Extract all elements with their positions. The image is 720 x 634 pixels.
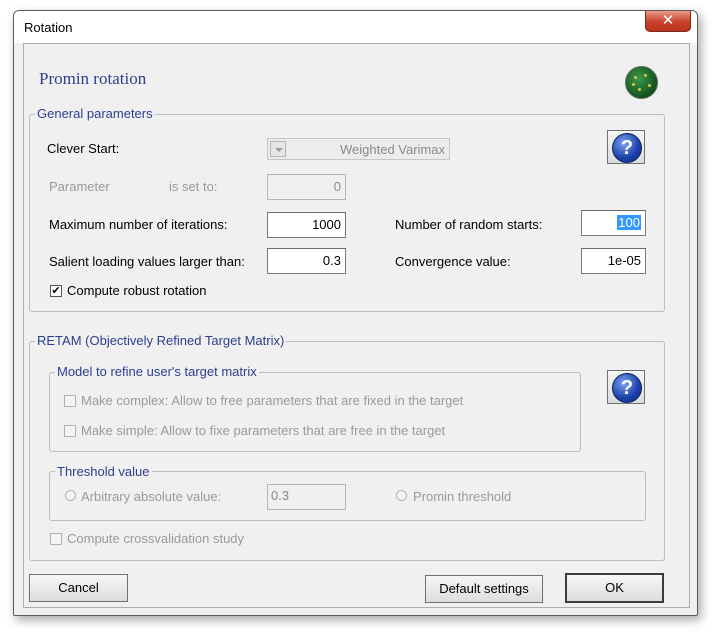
make-complex-label: Make complex: Allow to free parameters t… [81, 393, 464, 408]
general-parameters-legend: General parameters [35, 106, 155, 121]
general-help-button[interactable]: ? [607, 130, 645, 164]
parameter-label: Parameter [49, 179, 110, 194]
default-settings-button[interactable]: Default settings [425, 575, 543, 603]
close-button[interactable]: ✕ [645, 11, 691, 32]
crossvalidation-checkbox[interactable] [50, 533, 62, 545]
salient-loading-label: Salient loading values larger than: [49, 254, 245, 269]
retam-help-button[interactable]: ? [607, 370, 645, 404]
salient-loading-input[interactable]: 0.3 [267, 248, 346, 274]
help-icon: ? [612, 373, 642, 403]
chevron-down-icon [270, 141, 286, 157]
window-title: Rotation [24, 20, 73, 35]
parameter-value-field: 0 [267, 174, 346, 200]
arbitrary-value-input: 0.3 [267, 484, 346, 510]
make-simple-label: Make simple: Allow to fixe parameters th… [81, 423, 446, 438]
retam-legend: RETAM (Objectively Refined Target Matrix… [35, 333, 287, 348]
is-set-to-label: is set to: [169, 179, 218, 194]
ok-button[interactable]: OK [565, 573, 664, 603]
threshold-legend: Threshold value [55, 464, 152, 479]
robust-rotation-checkbox[interactable]: ✔ [50, 285, 62, 297]
max-iterations-input[interactable]: 1000 [267, 212, 346, 238]
rotation-dialog: Rotation ✕ Promin rotation General param… [13, 10, 698, 616]
promin-threshold-radio[interactable] [396, 490, 407, 501]
model-refine-legend: Model to refine user's target matrix [55, 364, 259, 379]
robust-rotation-label: Compute robust rotation [67, 283, 207, 298]
promin-threshold-label: Promin threshold [413, 489, 512, 504]
help-icon: ? [612, 133, 642, 163]
make-complex-checkbox[interactable] [64, 395, 76, 407]
convergence-input[interactable]: 1e-05 [581, 248, 646, 274]
make-simple-checkbox[interactable] [64, 425, 76, 437]
clever-start-combobox[interactable]: Weighted Varimax [267, 138, 450, 160]
convergence-label: Convergence value: [395, 254, 511, 269]
clever-start-label: Clever Start: [47, 141, 120, 156]
random-starts-label: Number of random starts: [395, 217, 543, 232]
globe-icon [625, 66, 658, 99]
random-starts-value: 100 [617, 215, 641, 230]
max-iterations-label: Maximum number of iterations: [49, 217, 228, 232]
crossvalidation-label: Compute crossvalidation study [67, 531, 245, 546]
arbitrary-value-radio[interactable] [65, 490, 76, 501]
model-refine-group [49, 372, 581, 452]
dialog-client-area: Promin rotation General parameters Cleve… [23, 43, 690, 608]
arbitrary-value-label: Arbitrary absolute value: [81, 489, 222, 504]
cancel-button[interactable]: Cancel [29, 574, 128, 602]
clever-start-value: Weighted Varimax [339, 142, 445, 157]
random-starts-input[interactable]: 100 [581, 210, 646, 236]
title-bar: Rotation ✕ [14, 11, 697, 43]
page-title: Promin rotation [39, 69, 147, 88]
